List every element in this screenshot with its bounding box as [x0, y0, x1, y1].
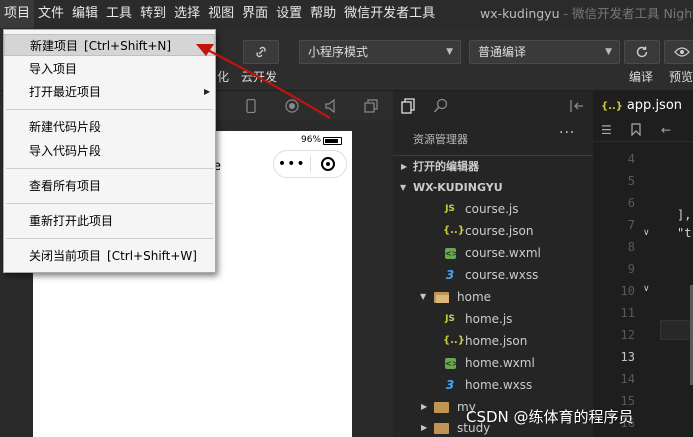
- annotation-arrow-icon: [196, 44, 331, 119]
- watermark: CSDN @练体育的程序员: [466, 408, 634, 426]
